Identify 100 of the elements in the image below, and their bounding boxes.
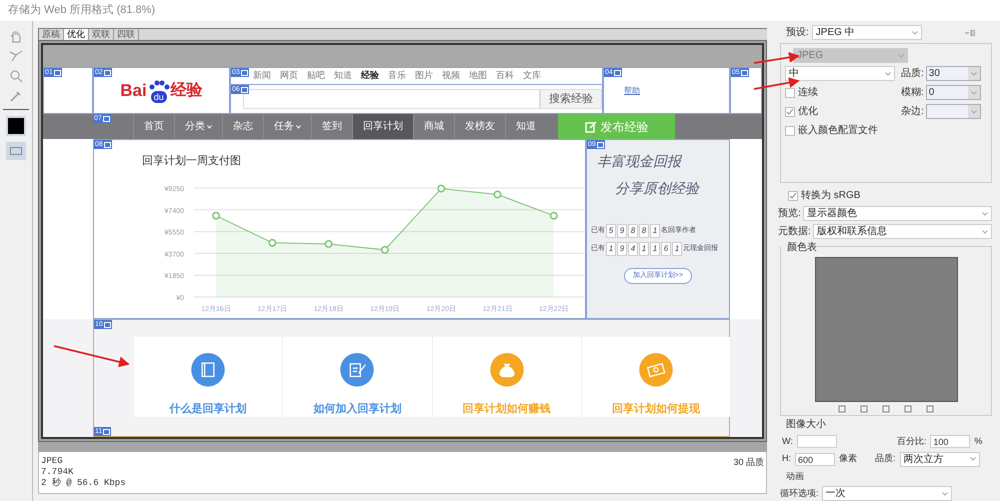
slice-select-icon[interactable]: [9, 49, 23, 63]
field-label: 循环选项:: [780, 486, 819, 500]
view-tab[interactable]: 原稿: [39, 29, 64, 40]
file-info: JPEG: [41, 456, 64, 467]
input-field[interactable]: 0: [926, 85, 981, 100]
checkbox-label: 嵌入颜色配置文件: [798, 124, 878, 138]
top-nav-link[interactable]: 知道: [334, 69, 352, 83]
help-link[interactable]: 帮助: [624, 84, 640, 96]
feature-link[interactable]: 什么是回享计划: [170, 400, 247, 417]
checkbox[interactable]: [788, 190, 798, 200]
nav-item[interactable]: 回享计划: [352, 114, 413, 139]
caret-icon: [970, 72, 977, 76]
input-field[interactable]: [796, 435, 837, 448]
top-nav-link[interactable]: 文库: [523, 69, 541, 83]
section-title: 图像大小: [785, 418, 827, 432]
dropdown[interactable]: 显示器颜色: [802, 206, 992, 221]
input-field[interactable]: 30: [926, 66, 981, 81]
digit-cell: 1: [639, 242, 649, 256]
top-nav-link[interactable]: 百科: [496, 69, 514, 83]
caret-icon: [982, 212, 988, 216]
top-nav-link[interactable]: 经验: [361, 69, 379, 83]
field-label: W:: [782, 435, 793, 448]
field-label: 品质:: [901, 66, 924, 81]
caret-icon: [970, 457, 976, 461]
image-icon: [596, 142, 604, 148]
image-icon: [104, 70, 111, 76]
field-label: 预览:: [778, 207, 801, 221]
checkbox-label: 优化: [798, 105, 818, 119]
top-nav-link[interactable]: 音乐: [388, 69, 406, 83]
data-point: [324, 240, 333, 248]
quality-dropdown[interactable]: 中: [785, 66, 895, 81]
loop-dropdown[interactable]: 一次: [822, 486, 952, 501]
window-title: 存储为 Web 所用格式 (81.8%): [8, 3, 156, 18]
checkbox[interactable]: [785, 88, 795, 98]
resample-dropdown[interactable]: 两次立方: [900, 452, 980, 466]
image-icon: [103, 428, 110, 434]
caret-icon: [912, 30, 918, 34]
menu-icon[interactable]: [964, 30, 975, 36]
field-label: 杂边:: [901, 104, 924, 119]
unit-label: 像素: [839, 452, 857, 466]
data-point: [494, 190, 502, 198]
preset-dropdown[interactable]: JPEG 中: [812, 25, 922, 40]
field-label: 元数据:: [778, 225, 811, 239]
checkbox-label: 连续: [798, 86, 818, 100]
banner-headline: 分享原创经验: [614, 180, 701, 199]
logo-text: 经验: [170, 80, 203, 100]
logo-paw: du: [148, 78, 170, 102]
checkbox-label: 转换为 sRGB: [801, 188, 860, 203]
edit-icon: [584, 120, 596, 132]
field-label: 品质:: [875, 452, 896, 466]
data-point: [550, 212, 558, 220]
data-point: [212, 212, 220, 220]
search-field[interactable]: [243, 89, 540, 109]
color-swatch[interactable]: [6, 116, 26, 136]
image-icon: [54, 70, 61, 76]
digit-cell: 1: [650, 224, 660, 238]
field-label: 模糊:: [901, 86, 924, 100]
data-point: [268, 238, 276, 247]
file-info: 7.794K: [41, 467, 74, 478]
digit-cell: 8: [639, 224, 649, 238]
feature-link[interactable]: 如何加入回享计划: [313, 400, 402, 417]
color-table-tool-icon[interactable]: [904, 405, 912, 413]
top-nav-link[interactable]: 地图: [469, 69, 487, 83]
top-nav-link[interactable]: 网页: [280, 69, 298, 83]
view-tab[interactable]: 优化: [64, 29, 89, 40]
input-field[interactable]: [926, 104, 981, 119]
caret-icon: [970, 110, 977, 114]
digit-cell: 8: [628, 224, 638, 238]
zoom-icon[interactable]: [9, 69, 23, 83]
digit-cell: 1: [650, 242, 660, 256]
top-nav-link[interactable]: 新闻: [253, 69, 271, 83]
digit-cell: 4: [628, 242, 638, 256]
checkbox[interactable]: [785, 106, 795, 116]
color-table-tool-icon[interactable]: [838, 405, 846, 413]
input-field[interactable]: 600: [795, 452, 835, 466]
image-icon: [104, 322, 111, 328]
caret-icon: [296, 124, 301, 128]
color-table-tool-icon[interactable]: [860, 405, 868, 413]
image-icon: [240, 86, 248, 92]
digit-cell: 5: [606, 224, 616, 238]
hand-icon[interactable]: [9, 29, 23, 43]
color-table-tool-icon[interactable]: [926, 405, 934, 413]
caret-icon: [970, 90, 977, 94]
eyedropper-icon[interactable]: [9, 89, 23, 103]
unit-label: %: [974, 435, 982, 448]
caret-icon: [942, 492, 948, 496]
digit-cell: 1: [672, 242, 682, 256]
color-table-tool-icon[interactable]: [882, 405, 890, 413]
checkbox[interactable]: [785, 126, 795, 136]
top-nav-link[interactable]: 贴吧: [307, 69, 325, 83]
top-nav-link[interactable]: 视频: [442, 69, 460, 83]
view-tab[interactable]: 双联: [89, 29, 114, 40]
top-nav-link[interactable]: 图片: [415, 69, 433, 83]
caret-icon: [982, 230, 988, 234]
quality-info: 30 品质: [733, 456, 764, 469]
digit-cell: 9: [617, 242, 627, 256]
input-field[interactable]: 100: [930, 435, 970, 448]
dropdown[interactable]: 版权和联系信息: [812, 224, 992, 239]
slice-visibility-toggle[interactable]: [6, 142, 26, 160]
search-button[interactable]: 搜索经验: [540, 89, 602, 109]
